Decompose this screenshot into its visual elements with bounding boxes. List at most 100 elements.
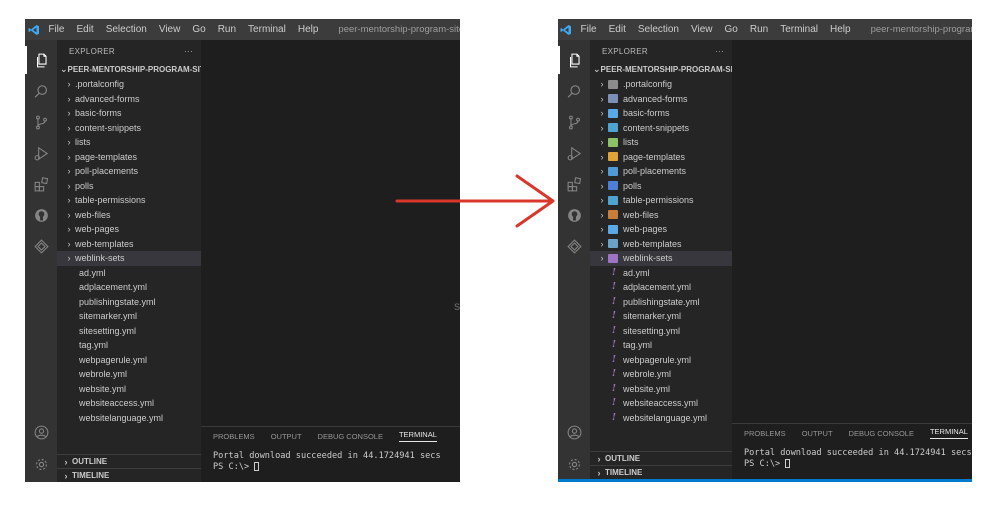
file-item[interactable]: ! publishingstate.yml xyxy=(590,295,732,310)
tab-output[interactable]: OUTPUT xyxy=(802,429,833,438)
source-control-icon[interactable] xyxy=(25,108,57,136)
explorer-icon[interactable] xyxy=(558,46,590,74)
run-debug-icon[interactable] xyxy=(25,139,57,167)
file-item[interactable]: ! sitemarker.yml xyxy=(590,309,732,324)
tab-debug-console[interactable]: DEBUG CONSOLE xyxy=(849,429,914,438)
file-item[interactable]: ! ad.yml xyxy=(590,266,732,281)
folder-item[interactable]: › web-pages xyxy=(57,222,201,237)
folder-item[interactable]: › web-files xyxy=(590,208,732,223)
folder-item[interactable]: › web-templates xyxy=(590,237,732,252)
folder-item[interactable]: › table-permissions xyxy=(57,193,201,208)
file-item[interactable]: ! tag.yml xyxy=(590,338,732,353)
folder-item[interactable]: › web-pages xyxy=(590,222,732,237)
tab-terminal[interactable]: TERMINAL xyxy=(398,430,437,442)
tab-terminal[interactable]: TERMINAL xyxy=(929,427,968,439)
file-item[interactable]: ! adplacement.yml xyxy=(590,280,732,295)
tab-output[interactable]: OUTPUT xyxy=(271,432,302,441)
file-item[interactable]: ! webrole.yml xyxy=(590,367,732,382)
file-item[interactable]: ! website.yml xyxy=(590,382,732,397)
folder-item[interactable]: › poll-placements xyxy=(590,164,732,179)
folder-item[interactable]: › web-templates xyxy=(57,237,201,252)
more-actions-button[interactable]: ··· xyxy=(715,47,724,56)
file-item[interactable]: websitelanguage.yml xyxy=(57,411,201,426)
tab-problems[interactable]: PROBLEMS xyxy=(213,432,255,441)
explorer-icon[interactable] xyxy=(25,46,57,74)
folder-item[interactable]: › web-files xyxy=(57,208,201,223)
menu-selection[interactable]: Selection xyxy=(100,19,153,40)
file-item[interactable]: ! sitesetting.yml xyxy=(590,324,732,339)
account-icon[interactable] xyxy=(25,418,57,446)
file-item[interactable]: ad.yml xyxy=(57,266,201,281)
menu-help[interactable]: Help xyxy=(824,19,857,40)
menu-selection[interactable]: Selection xyxy=(632,19,685,40)
folder-item[interactable]: › page-templates xyxy=(57,150,201,165)
power-platform-icon[interactable] xyxy=(558,232,590,260)
file-item[interactable]: adplacement.yml xyxy=(57,280,201,295)
file-item[interactable]: sitemarker.yml xyxy=(57,309,201,324)
folder-item[interactable]: › weblink-sets xyxy=(590,251,732,266)
file-item[interactable]: ! websitelanguage.yml xyxy=(590,411,732,426)
timeline-section[interactable]: › TIMELINE xyxy=(590,465,732,479)
menu-terminal[interactable]: Terminal xyxy=(774,19,824,40)
menu-view[interactable]: View xyxy=(685,19,719,40)
folder-item[interactable]: › content-snippets xyxy=(590,121,732,136)
search-icon[interactable] xyxy=(558,77,590,105)
run-debug-icon[interactable] xyxy=(558,139,590,167)
file-item[interactable]: publishingstate.yml xyxy=(57,295,201,310)
file-item[interactable]: sitesetting.yml xyxy=(57,324,201,339)
menu-help[interactable]: Help xyxy=(292,19,325,40)
folder-item[interactable]: › poll-placements xyxy=(57,164,201,179)
folder-item[interactable]: › .portalconfig xyxy=(590,77,732,92)
folder-item[interactable]: › content-snippets xyxy=(57,121,201,136)
menu-file[interactable]: File xyxy=(575,19,603,40)
menu-go[interactable]: Go xyxy=(186,19,211,40)
github-icon[interactable] xyxy=(558,201,590,229)
extensions-icon[interactable] xyxy=(25,170,57,198)
menu-edit[interactable]: Edit xyxy=(603,19,632,40)
folder-item[interactable]: › .portalconfig xyxy=(57,77,201,92)
menu-go[interactable]: Go xyxy=(719,19,744,40)
folder-item[interactable]: › advanced-forms xyxy=(57,92,201,107)
folder-item[interactable]: › table-permissions xyxy=(590,193,732,208)
timeline-section[interactable]: › TIMELINE xyxy=(57,468,201,482)
workspace-folder-header[interactable]: ⌄ PEER-MENTORSHIP-PROGRAM-SIT... xyxy=(590,62,732,77)
workspace-folder-header[interactable]: ⌄ PEER-MENTORSHIP-PROGRAM-SIT... xyxy=(57,62,201,77)
folder-item[interactable]: › polls xyxy=(57,179,201,194)
search-icon[interactable] xyxy=(25,77,57,105)
folder-item[interactable]: › weblink-sets xyxy=(57,251,201,266)
folder-item[interactable]: › advanced-forms xyxy=(590,92,732,107)
extensions-icon[interactable] xyxy=(558,170,590,198)
folder-item[interactable]: › lists xyxy=(57,135,201,150)
menu-run[interactable]: Run xyxy=(212,19,242,40)
terminal-output[interactable]: Portal download succeeded in 44.1724941 … xyxy=(201,445,460,473)
folder-item[interactable]: › page-templates xyxy=(590,150,732,165)
account-icon[interactable] xyxy=(558,418,590,446)
menu-run[interactable]: Run xyxy=(744,19,774,40)
tab-debug-console[interactable]: DEBUG CONSOLE xyxy=(318,432,383,441)
gear-icon[interactable] xyxy=(25,450,57,478)
file-item[interactable]: websiteaccess.yml xyxy=(57,396,201,411)
file-item[interactable]: webpagerule.yml xyxy=(57,353,201,368)
gear-icon[interactable] xyxy=(558,450,590,478)
file-item[interactable]: ! websiteaccess.yml xyxy=(590,396,732,411)
menu-file[interactable]: File xyxy=(42,19,70,40)
menu-edit[interactable]: Edit xyxy=(70,19,99,40)
menu-view[interactable]: View xyxy=(153,19,187,40)
tab-problems[interactable]: PROBLEMS xyxy=(744,429,786,438)
file-item[interactable]: webrole.yml xyxy=(57,367,201,382)
source-control-icon[interactable] xyxy=(558,108,590,136)
terminal-output[interactable]: Portal download succeeded in 44.1724941 … xyxy=(732,442,972,470)
outline-section[interactable]: › OUTLINE xyxy=(57,454,201,468)
folder-item[interactable]: › basic-forms xyxy=(57,106,201,121)
folder-item[interactable]: › basic-forms xyxy=(590,106,732,121)
file-item[interactable]: ! webpagerule.yml xyxy=(590,353,732,368)
github-icon[interactable] xyxy=(25,201,57,229)
folder-item[interactable]: › polls xyxy=(590,179,732,194)
folder-item[interactable]: › lists xyxy=(590,135,732,150)
power-platform-icon[interactable] xyxy=(25,232,57,260)
menu-terminal[interactable]: Terminal xyxy=(242,19,292,40)
file-item[interactable]: tag.yml xyxy=(57,338,201,353)
more-actions-button[interactable]: ··· xyxy=(184,47,193,56)
outline-section[interactable]: › OUTLINE xyxy=(590,451,732,465)
file-item[interactable]: website.yml xyxy=(57,382,201,397)
